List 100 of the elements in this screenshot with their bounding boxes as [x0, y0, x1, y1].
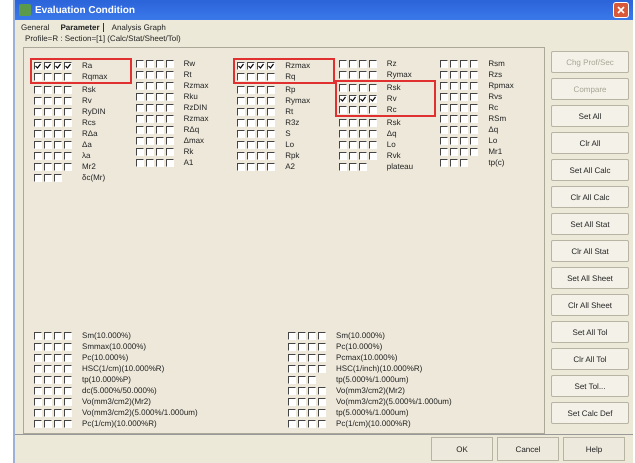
checkbox[interactable] — [44, 140, 52, 148]
checkbox[interactable] — [54, 96, 62, 104]
checkbox[interactable] — [257, 130, 266, 138]
checkbox[interactable] — [318, 364, 326, 372]
checkbox[interactable] — [338, 140, 347, 148]
checkbox[interactable] — [298, 408, 306, 416]
checkbox[interactable] — [257, 62, 266, 70]
checkbox[interactable] — [358, 152, 367, 160]
checkbox[interactable] — [440, 136, 448, 144]
checkbox[interactable] — [267, 86, 276, 94]
checkbox[interactable] — [358, 94, 367, 102]
checkbox[interactable] — [450, 114, 458, 122]
checkbox[interactable] — [450, 136, 458, 144]
checkbox[interactable] — [298, 332, 306, 340]
checkbox[interactable] — [358, 118, 367, 126]
checkbox[interactable] — [237, 130, 246, 138]
checkbox[interactable] — [257, 96, 266, 104]
checkbox[interactable] — [54, 398, 62, 406]
checkbox[interactable] — [146, 114, 154, 122]
checkbox[interactable] — [358, 162, 367, 170]
checkbox[interactable] — [348, 94, 357, 102]
side-button[interactable]: Clr All Calc — [551, 186, 629, 208]
checkbox[interactable] — [318, 332, 326, 340]
side-button[interactable]: Set Calc Def — [551, 402, 629, 424]
side-button[interactable]: Clr All — [551, 132, 629, 154]
checkbox[interactable] — [470, 92, 478, 100]
checkbox[interactable] — [470, 70, 478, 78]
checkbox[interactable] — [358, 140, 367, 148]
checkbox[interactable] — [318, 354, 326, 362]
checkbox[interactable] — [470, 60, 478, 68]
checkbox[interactable] — [247, 72, 256, 80]
checkbox[interactable] — [450, 104, 458, 112]
checkbox[interactable] — [368, 70, 377, 78]
checkbox[interactable] — [34, 140, 42, 148]
checkbox[interactable] — [34, 386, 42, 394]
checkbox[interactable] — [44, 108, 52, 116]
checkbox[interactable] — [44, 118, 52, 126]
checkbox[interactable] — [358, 106, 367, 114]
checkbox[interactable] — [44, 420, 52, 428]
checkbox[interactable] — [136, 126, 144, 134]
checkbox[interactable] — [237, 140, 246, 148]
checkbox[interactable] — [146, 70, 154, 78]
checkbox[interactable] — [34, 162, 42, 170]
checkbox[interactable] — [368, 140, 377, 148]
dialog-button[interactable]: Help — [563, 437, 625, 461]
checkbox[interactable] — [247, 86, 256, 94]
checkbox[interactable] — [166, 114, 174, 122]
checkbox[interactable] — [257, 86, 266, 94]
checkbox[interactable] — [460, 70, 468, 78]
checkbox[interactable] — [54, 332, 62, 340]
checkbox[interactable] — [267, 130, 276, 138]
checkbox[interactable] — [247, 62, 256, 70]
checkbox[interactable] — [348, 162, 357, 170]
checkbox[interactable] — [44, 398, 52, 406]
checkbox[interactable] — [64, 342, 72, 350]
checkbox[interactable] — [64, 398, 72, 406]
checkbox[interactable] — [166, 158, 174, 166]
checkbox[interactable] — [318, 386, 326, 394]
checkbox[interactable] — [440, 60, 448, 68]
checkbox[interactable] — [308, 420, 316, 428]
checkbox[interactable] — [64, 86, 72, 94]
checkbox[interactable] — [54, 140, 62, 148]
checkbox[interactable] — [247, 152, 256, 160]
checkbox[interactable] — [34, 108, 42, 116]
side-button[interactable]: Set All Stat — [551, 213, 629, 235]
checkbox[interactable] — [237, 86, 246, 94]
checkbox[interactable] — [440, 126, 448, 134]
checkbox[interactable] — [34, 398, 42, 406]
checkbox[interactable] — [358, 84, 367, 92]
checkbox[interactable] — [470, 82, 478, 90]
checkbox[interactable] — [64, 72, 72, 80]
checkbox[interactable] — [166, 136, 174, 144]
checkbox[interactable] — [64, 364, 72, 372]
dialog-button[interactable]: Cancel — [497, 437, 559, 461]
checkbox[interactable] — [146, 82, 154, 90]
checkbox[interactable] — [34, 332, 42, 340]
checkbox[interactable] — [54, 118, 62, 126]
checkbox[interactable] — [54, 354, 62, 362]
side-button[interactable]: Clr All Sheet — [551, 294, 629, 316]
checkbox[interactable] — [338, 162, 347, 170]
checkbox[interactable] — [267, 108, 276, 116]
checkbox[interactable] — [308, 342, 316, 350]
checkbox[interactable] — [460, 92, 468, 100]
checkbox[interactable] — [54, 162, 62, 170]
checkbox[interactable] — [247, 140, 256, 148]
checkbox[interactable] — [450, 70, 458, 78]
checkbox[interactable] — [44, 86, 52, 94]
checkbox[interactable] — [146, 60, 154, 68]
checkbox[interactable] — [470, 104, 478, 112]
checkbox[interactable] — [338, 70, 347, 78]
checkbox[interactable] — [368, 60, 377, 68]
checkbox[interactable] — [358, 130, 367, 138]
checkbox[interactable] — [237, 96, 246, 104]
checkbox[interactable] — [64, 376, 72, 384]
checkbox[interactable] — [440, 70, 448, 78]
checkbox[interactable] — [64, 96, 72, 104]
checkbox[interactable] — [34, 86, 42, 94]
checkbox[interactable] — [156, 92, 164, 100]
checkbox[interactable] — [44, 354, 52, 362]
tab[interactable]: Analysis Graph — [112, 23, 169, 32]
